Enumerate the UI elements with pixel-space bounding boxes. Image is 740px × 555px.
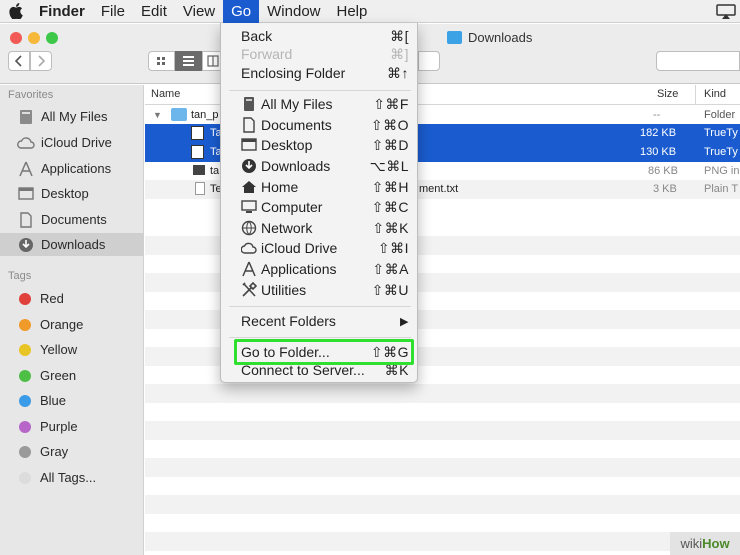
sidebar-item-all-my-files[interactable]: All My Files	[0, 105, 144, 128]
search-field[interactable]	[656, 51, 740, 71]
cloud-icon	[16, 134, 36, 152]
tag-blue[interactable]: Blue	[0, 389, 144, 412]
menu-item-enclosing-folder[interactable]: Enclosing Folder ⌘↑	[221, 63, 419, 83]
downloads-icon	[242, 159, 256, 173]
sidebar-item-documents[interactable]: Documents	[0, 208, 144, 231]
font-file-icon	[191, 145, 204, 159]
tag-green[interactable]: Green	[0, 364, 144, 387]
menu-item-network[interactable]: Network ⇧⌘K	[221, 218, 419, 238]
menu-item-all-my-files[interactable]: All My Files ⇧⌘F	[221, 94, 419, 114]
tag-color-dot	[19, 394, 31, 407]
text-file-icon	[195, 182, 205, 195]
home-icon	[242, 181, 256, 193]
applications-icon	[242, 261, 256, 277]
empty-row	[145, 458, 740, 477]
network-icon	[241, 220, 257, 236]
computer-icon	[241, 200, 257, 213]
menu-view[interactable]: View	[175, 0, 223, 23]
minimize-window-button[interactable]	[28, 32, 40, 44]
documents-icon	[243, 117, 255, 133]
empty-row	[145, 421, 740, 440]
action-button[interactable]	[418, 51, 440, 71]
tag-purple[interactable]: Purple	[0, 415, 144, 438]
downloads-icon	[16, 236, 36, 254]
icon-view-button[interactable]	[148, 51, 175, 71]
tag-all-tags[interactable]: All Tags...	[0, 466, 144, 489]
applications-icon	[16, 160, 36, 178]
column-view-button[interactable]	[202, 51, 222, 71]
tag-red[interactable]: Red	[0, 287, 144, 310]
apple-menu-icon[interactable]	[7, 0, 25, 23]
documents-icon	[16, 211, 36, 229]
menu-item-back[interactable]: Back ⌘[	[221, 26, 419, 46]
forward-button[interactable]	[30, 51, 52, 71]
tag-color-dot	[19, 420, 31, 433]
sidebar-item-downloads[interactable]: Downloads	[0, 233, 144, 256]
empty-row	[145, 384, 740, 403]
back-button[interactable]	[8, 51, 30, 71]
menu-item-icloud-drive[interactable]: iCloud Drive ⇧⌘I	[221, 238, 419, 258]
image-file-icon	[193, 165, 205, 175]
tag-color-dot	[19, 292, 31, 305]
column-kind[interactable]: Kind	[704, 88, 726, 100]
menu-separator	[229, 337, 411, 338]
menu-item-utilities[interactable]: Utilities ⇧⌘U	[221, 280, 419, 300]
tag-color-dot	[19, 343, 31, 356]
all-files-icon	[16, 108, 36, 126]
sidebar: Favorites All My Files iCloud Drive Appl…	[0, 85, 144, 555]
sidebar-item-applications[interactable]: Applications	[0, 157, 144, 180]
menu-finder[interactable]: Finder	[25, 0, 93, 23]
menu-item-computer[interactable]: Computer ⇧⌘C	[221, 197, 419, 217]
menu-item-forward: Forward ⌘]	[241, 45, 409, 63]
menu-help[interactable]: Help	[329, 0, 376, 23]
font-file-icon	[191, 126, 204, 140]
tag-color-dot	[19, 471, 31, 484]
folder-downloads-icon	[447, 31, 462, 44]
empty-row	[145, 532, 740, 551]
column-name[interactable]: Name	[151, 88, 180, 100]
tag-gray[interactable]: Gray	[0, 440, 144, 463]
menu-file[interactable]: File	[93, 0, 133, 23]
favorites-header: Favorites	[8, 89, 54, 101]
cloud-icon	[241, 242, 257, 254]
tag-color-dot	[19, 369, 31, 382]
menu-item-downloads[interactable]: Downloads ⌥⌘L	[221, 156, 419, 176]
airplay-icon[interactable]	[716, 4, 736, 19]
column-size[interactable]: Size	[657, 88, 678, 100]
folder-icon	[171, 108, 187, 121]
menu-go[interactable]: Go	[223, 0, 260, 23]
go-menu: Back ⌘[ Forward ⌘] Enclosing Folder ⌘↑ All …	[220, 23, 418, 383]
window-title: Downloads	[447, 30, 532, 45]
utilities-icon	[242, 282, 257, 297]
all-files-icon	[244, 97, 254, 111]
menu-bar: Finder File Edit View Go Window Help	[0, 0, 740, 23]
desktop-icon	[241, 138, 257, 151]
empty-row	[145, 495, 740, 514]
tags-header: Tags	[8, 270, 32, 282]
column-divider	[695, 85, 696, 105]
menu-item-documents[interactable]: Documents ⇧⌘O	[221, 115, 419, 135]
zoom-window-button[interactable]	[46, 32, 58, 44]
tag-orange[interactable]: Orange	[0, 313, 144, 336]
tag-color-dot	[19, 318, 31, 331]
menu-item-desktop[interactable]: Desktop ⇧⌘D	[221, 135, 419, 155]
menu-item-home[interactable]: Home ⇧⌘H	[221, 177, 419, 197]
menu-edit[interactable]: Edit	[133, 0, 175, 23]
disclosure-triangle-icon[interactable]: ▼	[153, 110, 162, 120]
tag-color-dot	[19, 445, 31, 458]
menu-item-applications[interactable]: Applications ⇧⌘A	[221, 259, 419, 279]
menu-window[interactable]: Window	[259, 0, 328, 23]
sidebar-item-icloud-drive[interactable]: iCloud Drive	[0, 131, 144, 154]
wikihow-watermark: wiki How	[670, 532, 740, 555]
menu-item-recent-folders[interactable]: Recent Folders ▶	[221, 311, 419, 331]
desktop-icon	[16, 185, 36, 203]
submenu-arrow-icon: ▶	[400, 315, 409, 328]
menu-separator	[229, 306, 411, 307]
list-view-button[interactable]	[175, 51, 202, 71]
sidebar-item-desktop[interactable]: Desktop	[0, 182, 144, 205]
menu-separator	[229, 90, 411, 91]
tag-yellow[interactable]: Yellow	[0, 338, 144, 361]
highlight-box	[234, 339, 414, 365]
close-window-button[interactable]	[10, 32, 22, 44]
